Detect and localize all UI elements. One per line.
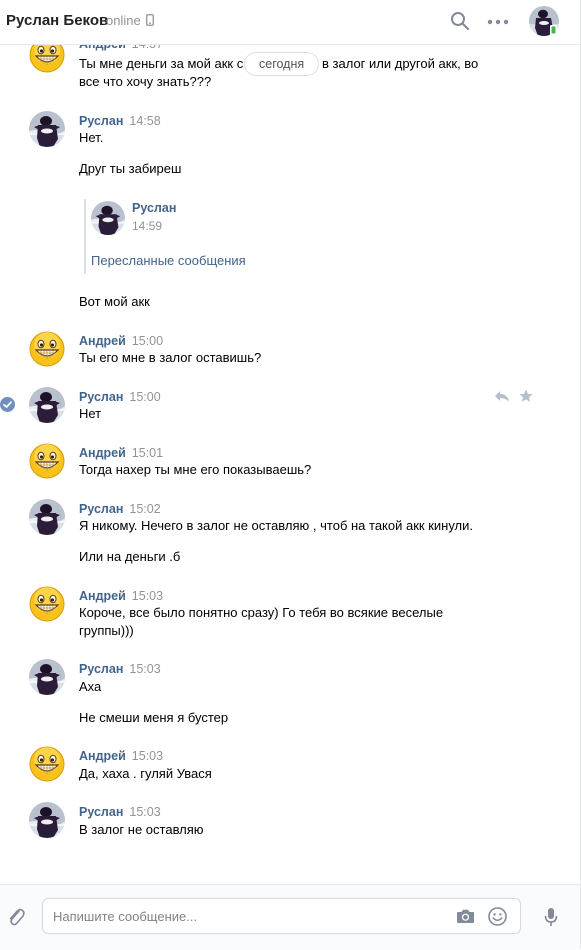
message-time[interactable]: 15:02 xyxy=(129,502,160,516)
reply-icon[interactable] xyxy=(494,390,510,403)
date-divider: сегодня xyxy=(244,52,320,76)
avatar-ruslan[interactable] xyxy=(29,659,65,695)
message-author[interactable]: Андрей xyxy=(79,334,126,348)
message-history[interactable]: сегодня Андрей14:57 Ты мне деньги за мой… xyxy=(0,0,580,884)
message-text: Аха xyxy=(79,679,102,694)
avatar-ruslan[interactable] xyxy=(29,802,65,838)
avatar-ruslan[interactable] xyxy=(29,111,65,147)
forward-time: 14:59 xyxy=(132,219,163,233)
paperclip-icon[interactable] xyxy=(7,906,25,928)
avatar-andrey[interactable] xyxy=(29,746,65,782)
message-text: Ты мне деньги за мой акк с xyxy=(79,56,244,71)
forwarded-messages-link[interactable]: Пересланные сообщения xyxy=(91,253,246,268)
message-text: Не смеши меня я бустер xyxy=(79,710,229,725)
camera-icon[interactable] xyxy=(456,908,475,924)
search-icon[interactable] xyxy=(450,11,470,31)
message-text: Да, хаха . гуляй Увася xyxy=(79,766,212,781)
forward-bar xyxy=(84,199,86,274)
message-text: Ты его мне в залог оставишь? xyxy=(79,350,262,365)
message-text: Или на деньги .б xyxy=(79,549,181,564)
message-input-box[interactable] xyxy=(42,898,521,934)
emoji-icon[interactable] xyxy=(488,907,507,926)
message-text: Тогда нахер ты мне его показываешь? xyxy=(79,462,312,477)
message-text: группы))) xyxy=(79,623,134,638)
message-text: Вот мой акк xyxy=(79,294,150,309)
selected-check-icon[interactable] xyxy=(0,397,15,412)
message-composer xyxy=(0,884,580,950)
message-author[interactable]: Руслан xyxy=(79,114,123,128)
forward-author[interactable]: Руслан xyxy=(132,201,176,215)
message-text: Друг ты забиреш xyxy=(79,161,182,176)
message-time[interactable]: 15:00 xyxy=(132,334,163,348)
message-time[interactable]: 15:03 xyxy=(132,749,163,763)
message-input[interactable] xyxy=(53,907,433,925)
avatar-ruslan[interactable] xyxy=(91,201,125,235)
message-author[interactable]: Руслан xyxy=(79,502,123,516)
message-text: Короче, все было понятно сразу) Го тебя … xyxy=(79,605,444,620)
avatar-andrey[interactable] xyxy=(29,443,65,479)
message-text: в залог или другой акк, во xyxy=(322,56,479,71)
avatar-andrey[interactable] xyxy=(29,586,65,622)
message-text: Я никому. Нечего в залог не оставляю , ч… xyxy=(79,518,474,533)
message-author[interactable]: Руслан xyxy=(79,390,123,404)
message-text: В залог не оставляю xyxy=(79,822,204,837)
microphone-icon[interactable] xyxy=(544,907,558,927)
header-avatar[interactable] xyxy=(529,6,559,36)
chat-header: Руслан Беков online xyxy=(0,0,580,45)
message-author[interactable]: Андрей xyxy=(79,749,126,763)
message-text: Нет. xyxy=(79,130,104,145)
message-text: все что хочу знать??? xyxy=(79,74,212,89)
message-author[interactable]: Андрей xyxy=(79,589,126,603)
message-time[interactable]: 15:03 xyxy=(129,662,160,676)
message-time[interactable]: 15:01 xyxy=(132,446,163,460)
message-time[interactable]: 14:58 xyxy=(129,114,160,128)
message-author[interactable]: Руслан xyxy=(79,805,123,819)
message-time[interactable]: 15:03 xyxy=(132,589,163,603)
more-icon[interactable] xyxy=(487,19,509,25)
mobile-phone-icon xyxy=(146,14,154,26)
message-author[interactable]: Руслан xyxy=(79,662,123,676)
chat-title[interactable]: Руслан Беков xyxy=(6,12,108,29)
message-time[interactable]: 15:03 xyxy=(129,805,160,819)
online-status: online xyxy=(106,13,141,28)
message-text: Нет xyxy=(79,406,102,421)
avatar-andrey[interactable] xyxy=(29,331,65,367)
avatar-ruslan[interactable] xyxy=(29,387,65,423)
message-author[interactable]: Андрей xyxy=(79,446,126,460)
avatar-ruslan[interactable] xyxy=(29,499,65,535)
star-icon[interactable] xyxy=(519,389,533,403)
message-time[interactable]: 15:00 xyxy=(129,390,160,404)
